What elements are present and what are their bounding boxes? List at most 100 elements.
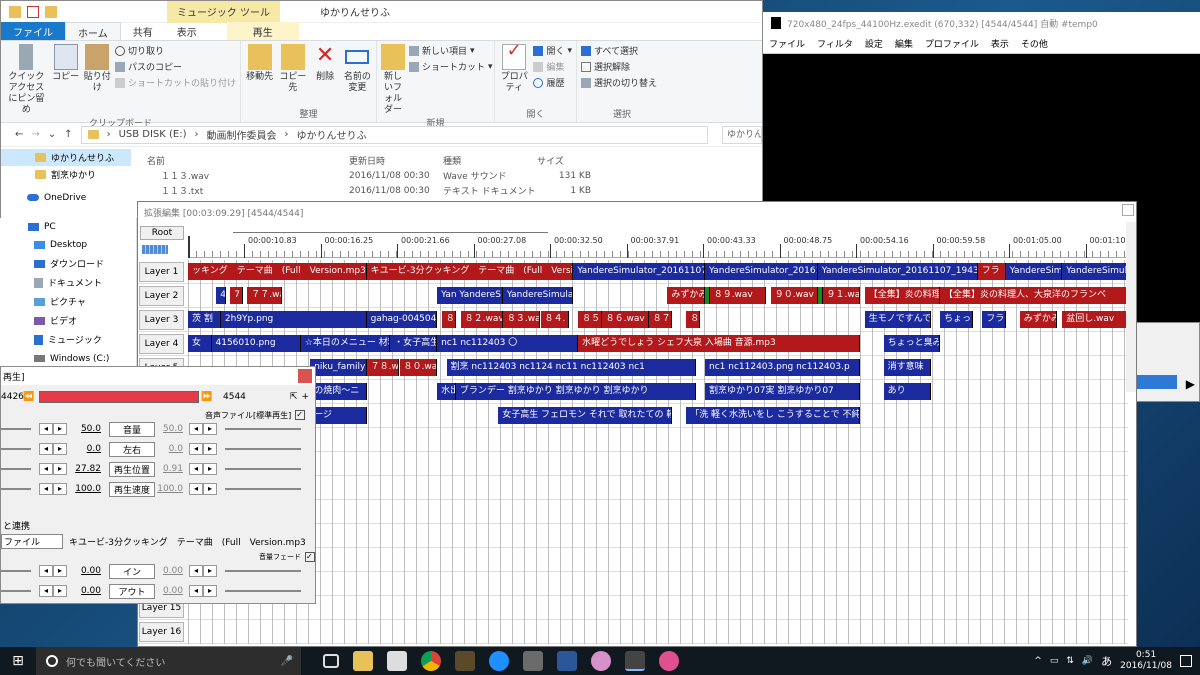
chevron-down-icon[interactable]: ⌄ xyxy=(48,129,56,140)
timeline-object[interactable]: ージ xyxy=(310,407,367,424)
timeline-object[interactable]: 茨 割 xyxy=(188,311,221,328)
timeline-object[interactable]: フラ xyxy=(977,263,1006,280)
nav-item[interactable]: ピクチャ xyxy=(0,292,136,311)
seek-bar[interactable] xyxy=(1137,375,1177,389)
layer-track[interactable]: ージ 女子高生 フェロモン それで 取れたての 軽く 「洗 軽く水洗いをし こうする… xyxy=(188,404,1128,428)
lips-app-icon[interactable] xyxy=(659,651,679,671)
timeline-object[interactable]: ８０.wav xyxy=(399,359,438,376)
end-value[interactable]: 0.00 xyxy=(155,586,183,596)
decrement-button[interactable]: ◂ xyxy=(39,423,53,435)
timeline-object[interactable]: niku_family xyxy=(310,359,367,376)
rename-button[interactable]: 名前の変更 xyxy=(343,44,372,94)
right-slider-track[interactable] xyxy=(225,428,301,430)
copy-to-button[interactable]: コピー先 xyxy=(278,44,307,94)
left-slider-track[interactable] xyxy=(1,570,31,572)
decrement-button[interactable]: ◂ xyxy=(39,565,53,577)
timeline-object[interactable]: 女 xyxy=(188,335,212,352)
chevron-up-icon[interactable]: ^ xyxy=(1034,656,1042,666)
timeline-object[interactable]: ８６.wav xyxy=(601,311,649,328)
layer-name-button[interactable]: Layer 3 xyxy=(139,310,184,330)
timeline-object[interactable]: ちょっと臭み xyxy=(883,335,940,352)
timeline-object[interactable]: ８２.wav xyxy=(460,311,503,328)
layer-name-button[interactable]: Layer 1 xyxy=(139,262,184,282)
column-size[interactable]: サイズ xyxy=(537,154,587,167)
timeline-object[interactable]: 水出 xyxy=(437,383,456,400)
reference-file-button[interactable]: ファイル xyxy=(1,533,63,549)
layer-track[interactable] xyxy=(188,452,1128,476)
vertical-scrollbar[interactable] xyxy=(1126,222,1136,392)
end-value[interactable]: 0.91 xyxy=(155,464,183,474)
frame-range-bar[interactable] xyxy=(39,391,199,403)
right-slider-track[interactable] xyxy=(225,448,301,450)
store-icon[interactable] xyxy=(387,651,407,671)
breadcrumb-item[interactable]: ゆかりんせりふ xyxy=(297,127,367,142)
edge-icon[interactable] xyxy=(489,651,509,671)
checkbox-icon[interactable]: ✓ xyxy=(305,552,315,562)
layer-track[interactable]: ッキング テーマ曲 (Full Version.mp3 キユービ-3分クッキング … xyxy=(188,260,1128,284)
timeline-object[interactable]: 生モノですんで xyxy=(864,311,931,328)
tab-view[interactable]: 表示 xyxy=(165,22,209,40)
add-icon[interactable]: + xyxy=(301,392,309,402)
timeline-object[interactable]: 4156010.png xyxy=(211,335,301,352)
right-slider-track[interactable] xyxy=(225,488,301,490)
end-value[interactable]: 50.0 xyxy=(155,424,183,434)
column-type[interactable]: 種類 xyxy=(443,154,537,167)
parameter-button[interactable]: イン xyxy=(109,563,155,579)
next-key-icon[interactable]: ⏩ xyxy=(201,392,215,402)
left-slider-track[interactable] xyxy=(1,448,31,450)
close-icon[interactable] xyxy=(1122,204,1134,216)
ime-indicator[interactable]: あ xyxy=(1101,653,1112,669)
end-value[interactable]: 0.0 xyxy=(155,444,183,454)
layer-track[interactable]: 茨 割2h9Yp.pnggahag-004504981８８２.wav８３.wav… xyxy=(188,308,1128,332)
timeline-object[interactable]: 43 xyxy=(216,287,226,304)
timeline-object[interactable]: ９０.wav xyxy=(770,287,818,304)
left-slider-track[interactable] xyxy=(1,468,31,470)
tab-share[interactable]: 共有 xyxy=(121,22,165,40)
increment-button[interactable]: ▸ xyxy=(203,483,217,495)
layer-track[interactable] xyxy=(188,500,1128,524)
timeline-object[interactable]: YandereSimulator_20161107_1 xyxy=(573,263,705,280)
tab-file[interactable]: ファイル xyxy=(1,22,65,40)
start-value[interactable]: 0.00 xyxy=(67,566,101,576)
copy-path-button[interactable]: パスのコピー xyxy=(115,60,236,73)
clock[interactable]: 0:51 2016/11/08 xyxy=(1120,650,1172,672)
layer-track[interactable] xyxy=(188,428,1128,452)
layer-track[interactable] xyxy=(188,572,1128,596)
decrement-button[interactable]: ◂ xyxy=(39,483,53,495)
layer-track[interactable] xyxy=(188,620,1128,644)
layer-name-button[interactable]: Layer 2 xyxy=(139,286,184,306)
timeline-object[interactable]: ８ xyxy=(441,311,456,328)
zoom-bar[interactable] xyxy=(142,245,168,254)
end-value[interactable]: 100.0 xyxy=(155,484,183,494)
increment-button[interactable]: ▸ xyxy=(203,423,217,435)
microphone-icon[interactable]: 🎤 xyxy=(281,656,293,667)
timeline-object[interactable]: 【全集】炎の料理人、大泉洋のフランベ xyxy=(940,287,1128,304)
increment-button[interactable]: ▸ xyxy=(203,443,217,455)
timeline-object[interactable]: ８８ xyxy=(686,311,701,328)
decrement-button[interactable]: ◂ xyxy=(189,585,203,597)
decrement-button[interactable]: ◂ xyxy=(189,443,203,455)
cut-button[interactable]: 切り取り xyxy=(115,44,236,57)
timeline-object[interactable]: フラン xyxy=(982,311,1006,328)
word-icon[interactable] xyxy=(557,651,577,671)
increment-button[interactable]: ▸ xyxy=(203,565,217,577)
end-value[interactable]: 0.00 xyxy=(155,566,183,576)
start-value[interactable]: 0.00 xyxy=(67,586,101,596)
copy-button[interactable]: コピー xyxy=(52,44,80,83)
layer-track[interactable]: 女 4156010.png ☆本日のメニュー 材料 ・女子高生 nc1 nc112403… xyxy=(188,332,1128,356)
delete-button[interactable]: ✕ 削除 xyxy=(311,44,338,83)
playhead-marker[interactable] xyxy=(188,236,190,258)
nav-item[interactable]: ビデオ xyxy=(0,311,136,330)
forward-arrow-icon[interactable]: → xyxy=(31,129,39,140)
address-box[interactable]: › USB DISK (E:) › 動画制作委員会 › ゆかりんせりふ xyxy=(80,125,708,144)
timeline-object[interactable]: ８４. xyxy=(540,311,569,328)
menu-file[interactable]: ファイル xyxy=(769,37,805,50)
timeline-object[interactable]: 水曜どうでしょう シェフ大泉 入場曲 音源.mp3 xyxy=(578,335,861,352)
start-button[interactable]: ⊞ xyxy=(0,647,36,675)
task-view-icon[interactable] xyxy=(323,654,339,668)
timeline-object[interactable]: の焼肉～ニ xyxy=(310,383,367,400)
new-item-button[interactable]: 新しい項目 ▾ xyxy=(409,44,493,57)
history-button[interactable]: 履歴 xyxy=(533,76,572,89)
folder-icon[interactable] xyxy=(9,5,21,18)
layer-name-button[interactable]: Layer 4 xyxy=(139,334,184,354)
